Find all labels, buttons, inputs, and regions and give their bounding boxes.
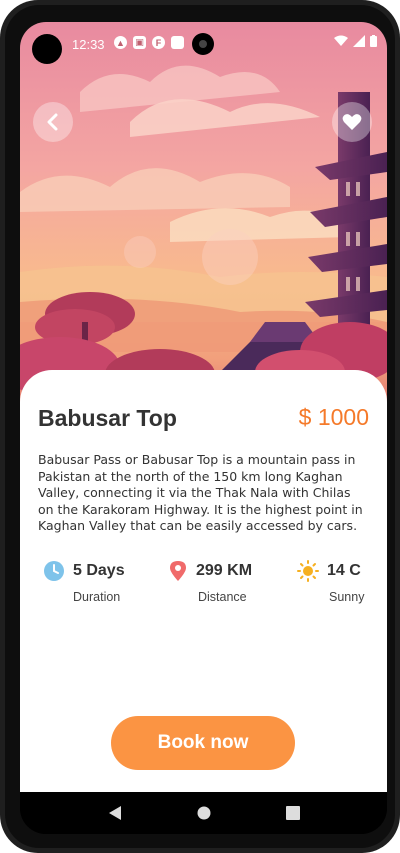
clock-icon [44, 561, 64, 581]
back-button[interactable] [33, 102, 73, 142]
distance-value: 299 KM [196, 562, 253, 579]
signal-icon [353, 35, 365, 47]
wifi-icon [334, 35, 348, 46]
device-bezel: 12:33 ▲ ▣ F Babusar Top $ 1000 Babusar P… [5, 5, 395, 848]
destination-title: Babusar Top [38, 405, 177, 431]
android-icon: ▲ [114, 36, 127, 49]
battery-icon [370, 35, 377, 47]
nav-back-icon[interactable] [108, 805, 122, 821]
app-screen: 12:33 ▲ ▣ F Babusar Top $ 1000 Babusar P… [20, 22, 387, 834]
sd-card-icon [171, 36, 184, 49]
chevron-left-icon [47, 113, 58, 131]
distance-stat: 299 KM Distance [168, 560, 253, 604]
location-pin-icon [170, 561, 186, 581]
weather-label: Sunny [329, 590, 365, 604]
notification-icon: F [152, 36, 165, 49]
front-camera [32, 34, 62, 64]
system-nav-bar [20, 792, 387, 834]
status-bar: 12:33 ▲ ▣ F [20, 22, 387, 66]
favorite-button[interactable] [332, 102, 372, 142]
destination-price: $ 1000 [298, 404, 369, 430]
book-now-button[interactable]: Book now [111, 716, 295, 770]
nav-recents-icon[interactable] [285, 806, 300, 820]
heart-icon [342, 114, 362, 130]
nav-home-icon[interactable] [197, 806, 211, 820]
device-frame: 12:33 ▲ ▣ F Babusar Top $ 1000 Babusar P… [0, 0, 400, 853]
weather-value: 14 C [327, 562, 361, 579]
notification-icons: ▲ ▣ F [114, 36, 184, 49]
image-icon: ▣ [133, 36, 146, 49]
distance-label: Distance [198, 590, 247, 604]
duration-stat: 5 Days Duration [43, 560, 125, 604]
details-card: Babusar Top $ 1000 Babusar Pass or Babus… [20, 370, 387, 792]
duration-value: 5 Days [73, 562, 125, 579]
destination-description: Babusar Pass or Babusar Top is a mountai… [38, 452, 363, 533]
weather-stat: 14 C Sunny [297, 560, 364, 604]
duration-label: Duration [73, 590, 121, 604]
system-icons [334, 35, 377, 47]
status-time: 12:33 [72, 37, 105, 52]
camera-indicator-icon [192, 33, 214, 55]
sun-icon [297, 560, 319, 582]
